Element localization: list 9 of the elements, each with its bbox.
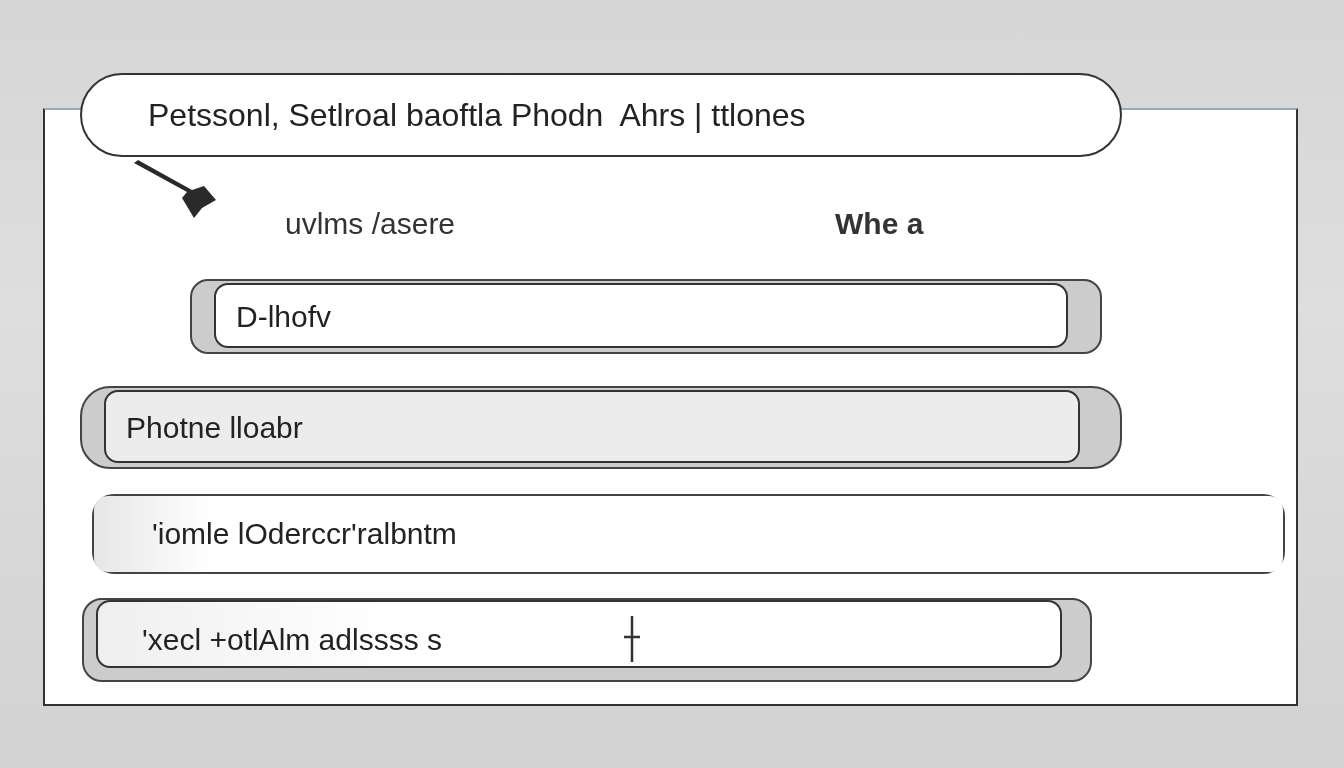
- text-cursor-icon: [622, 616, 642, 662]
- input-field[interactable]: 'iomle lOderccr'ralbntm: [92, 494, 1285, 574]
- input-field[interactable]: Photne lloabr: [80, 386, 1122, 469]
- input-field[interactable]: 'xecl +otlAlm adlssss s: [82, 598, 1092, 682]
- column-heading: uvlms /asere: [285, 207, 456, 241]
- pointer-icon: [132, 160, 217, 220]
- column-heading: Whe a: [835, 207, 924, 241]
- window-title: Petssonl, Setlroal baoftla Phodn Ahrs | ttlones: [80, 73, 1122, 157]
- input-field[interactable]: D-lhofv: [190, 279, 1102, 354]
